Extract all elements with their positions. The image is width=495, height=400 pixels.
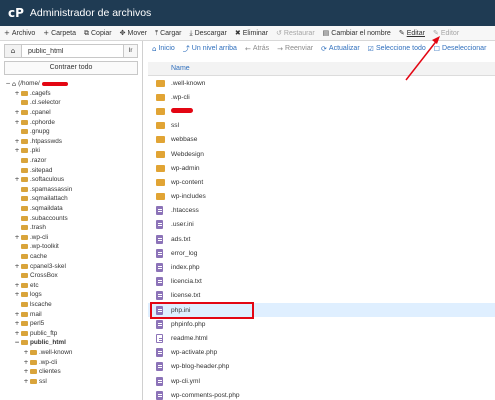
annotation-arrow-icon — [405, 36, 440, 81]
